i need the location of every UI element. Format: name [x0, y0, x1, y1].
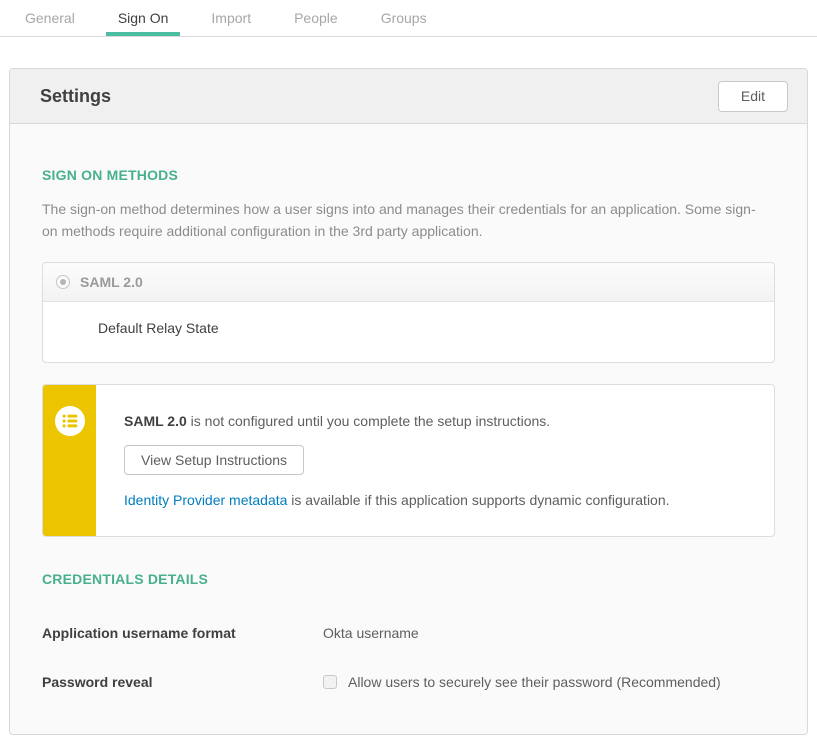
settings-panel-header: Settings Edit — [10, 69, 807, 124]
view-setup-instructions-button[interactable]: View Setup Instructions — [124, 445, 304, 475]
sign-on-methods-heading: SIGN ON METHODS — [42, 167, 775, 183]
tab-people[interactable]: People — [282, 0, 350, 36]
edit-button[interactable]: Edit — [718, 81, 788, 112]
application-username-format-value: Okta username — [323, 625, 419, 641]
application-username-format-row: Application username format Okta usernam… — [42, 625, 775, 641]
saml-method-box: SAML 2.0 Default Relay State — [42, 262, 775, 363]
password-reveal-label: Password reveal — [42, 674, 323, 690]
saml-method-header: SAML 2.0 — [43, 263, 774, 302]
tab-general[interactable]: General — [13, 0, 87, 36]
setup-callout: SAML 2.0 is not configured until you com… — [42, 384, 775, 537]
callout-message: SAML 2.0 is not configured until you com… — [124, 413, 670, 429]
password-reveal-checkbox[interactable] — [323, 675, 337, 689]
callout-message-bold: SAML 2.0 — [124, 413, 187, 429]
saml-method-name: SAML 2.0 — [80, 274, 143, 290]
credentials-details-heading: CREDENTIALS DETAILS — [42, 571, 775, 587]
sign-on-methods-description: The sign-on method determines how a user… — [42, 198, 766, 242]
password-reveal-row: Password reveal Allow users to securely … — [42, 674, 775, 690]
callout-message-rest: is not configured until you complete the… — [187, 413, 550, 429]
radio-dot-icon — [60, 279, 66, 285]
metadata-line: Identity Provider metadata is available … — [124, 492, 670, 508]
password-reveal-value: Allow users to securely see their passwo… — [323, 674, 721, 690]
callout-content: SAML 2.0 is not configured until you com… — [96, 385, 690, 536]
saml-radio-button[interactable] — [56, 275, 70, 289]
tab-sign-on[interactable]: Sign On — [106, 0, 181, 36]
tab-import[interactable]: Import — [199, 0, 263, 36]
identity-provider-metadata-link[interactable]: Identity Provider metadata — [124, 492, 287, 508]
panel-title: Settings — [40, 69, 111, 123]
callout-accent-stripe — [43, 385, 96, 536]
tab-groups[interactable]: Groups — [369, 0, 439, 36]
password-reveal-checkbox-label: Allow users to securely see their passwo… — [348, 674, 721, 690]
settings-panel: Settings Edit SIGN ON METHODS The sign-o… — [9, 68, 808, 735]
app-tab-bar: General Sign On Import People Groups — [0, 0, 817, 37]
application-username-format-label: Application username format — [42, 625, 323, 641]
metadata-line-rest: is available if this application support… — [287, 492, 669, 508]
list-icon — [55, 406, 85, 436]
default-relay-state-label: Default Relay State — [98, 320, 219, 336]
saml-method-body: Default Relay State — [43, 302, 774, 362]
settings-panel-body: SIGN ON METHODS The sign-on method deter… — [10, 167, 807, 690]
